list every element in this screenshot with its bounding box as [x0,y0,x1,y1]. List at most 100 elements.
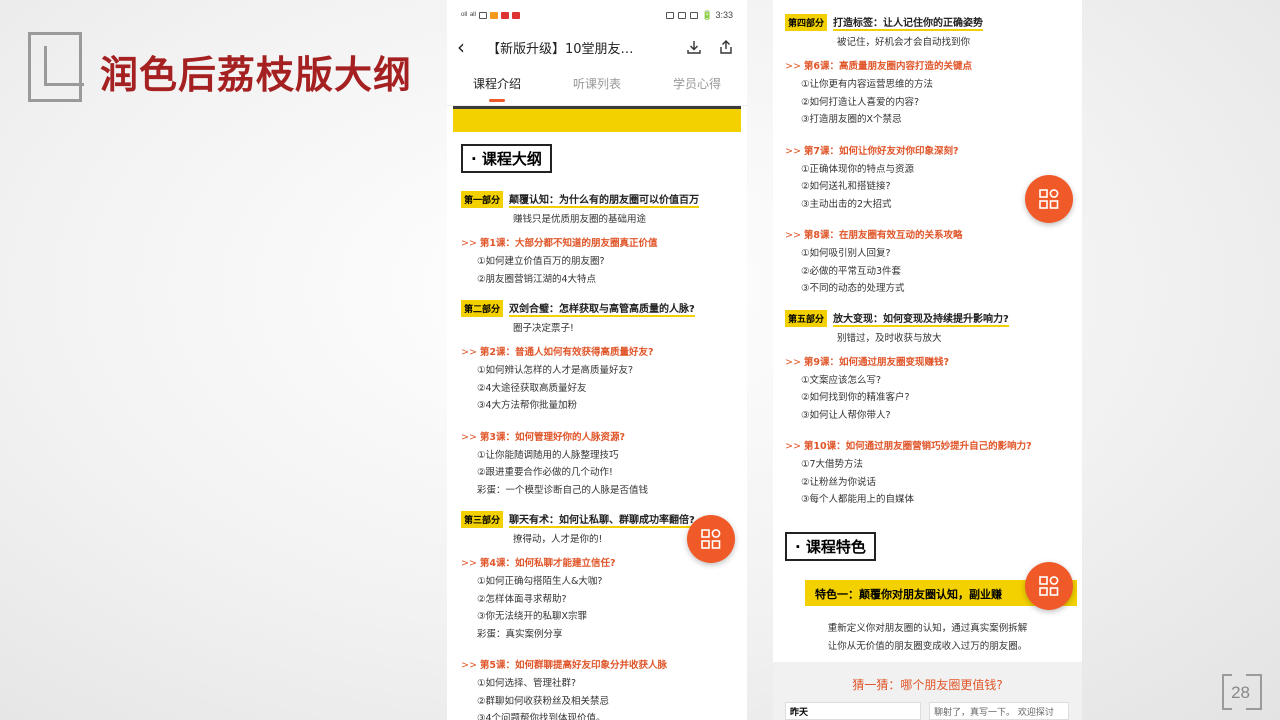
back-arrow-icon[interactable]: ‹ [457,35,477,59]
lesson-title-text: 第2课：普通人如何有效获得高质量好友? [479,347,654,358]
tab-student-reviews[interactable]: 学员心得 [647,64,747,106]
apps-grid-icon [701,529,721,549]
eye-icon [665,11,674,19]
download-icon[interactable] [683,36,705,58]
apps-grid-icon [1039,189,1059,209]
status-right: 🔋 3:33 [665,10,733,21]
app-notification-icon [490,11,499,19]
lesson-title-text: 第3课：如何管理好你的人脉资源? [479,431,626,443]
lesson-item: ①如何正确勾搭陌生人&大咖? [477,576,603,587]
lesson-title-text: 第8课：在朋友圈有效互动的关系攻略 [803,230,963,241]
chevron-right-icon: >> [461,347,477,358]
outline-list: 第一部分 颠覆认知：为什么有的朋友圈可以价值百万 赚钱只是优质朋友圈的基础用途 >> 第… [461,191,735,720]
lesson-item: ②怎样体面寻求帮助? [477,593,567,605]
signal-text: ᵒᴵˡ ᵃᴵˡ [461,10,477,20]
lesson-item: ①如何选择、管理社群? [477,678,577,689]
lesson-item: ①如何建立价值百万的朋友圈? [477,256,605,267]
lesson-item: ②让粉丝为你说话 [801,476,877,488]
part-title: 双剑合璧：怎样获取与高管高质量的人脉? [509,300,695,317]
lesson-title: >> 第7课：如何让你好友对你印象深刻? [785,143,1070,157]
nfc-icon [677,11,686,19]
guess-title: 猜一猜：哪个朋友圈更值钱? [852,678,1003,692]
lesson-item: ②群聊如何收获粉丝及相关禁忌 [477,695,610,707]
apps-grid-button-2[interactable] [1025,175,1073,223]
part-title: 打造标签：让人记住你的正确姿势 [833,14,984,31]
apps-grid-button[interactable] [687,515,735,563]
lesson-title: >> 第8课：在朋友圈有效互动的关系攻略 [785,227,1070,241]
chevron-right-icon: >> [461,558,477,569]
part-tag: 第二部分 [461,300,504,317]
lesson-title: >> 第9课：如何通过朋友圈变现赚钱? [785,354,1070,368]
lesson-item: ②如何打造让人喜爱的内容? [801,96,920,108]
status-bar: ᵒᴵˡ ᵃᴵˡ 🔋 3:33 [447,0,747,30]
lesson-item: ③4大方法帮你批量加粉 [477,400,578,411]
course-features: · 课程特色 特色一：颠覆你对朋友圈认知，副业赚 重新定义你对朋友圈的认知，通过… [773,522,1082,720]
lesson-title-text: 第1课：大部分都不知道的朋友圈真正价值 [479,238,658,249]
lesson-title-text: 第9课：如何通过朋友圈变现赚钱? [803,356,950,368]
lesson-item: ②必做的平常互动3件套 [801,265,902,277]
lesson-item: ②如何找到你的精准客户? [801,392,910,403]
lesson-item: ③4个问题帮你找到体现价值。 [477,713,606,720]
lesson-title: >> 第5课：如何群聊提高好友印象分并收获人脉 [461,657,735,671]
outline-list-continued: 第四部分 打造标签：让人记住你的正确姿势 被记住，好机会才会自动找到你 >> 第6课：高… [785,14,1070,517]
alarm-icon [689,11,698,19]
lesson-item: ①如何吸引别人回复? [801,248,891,259]
part-subtitle: 别错过，及时收获与放大 [837,332,942,344]
chevron-right-icon: >> [785,61,801,72]
moments-thumb-right: 聊射了，真写一下。 欢迎探讨 [929,702,1069,720]
outline-continued-top: 第四部分 打造标签：让人记住你的正确姿势 被记住，好机会才会自动找到你 >> 第6课：高… [773,0,1082,522]
lesson-item: ①如何辨认怎样的人才是高质量好友? [477,365,634,376]
apps-grid-icon [1039,576,1059,596]
lesson-item: ③每个人都能用上的自媒体 [801,494,915,505]
moments-thumb-left: 昨天 [785,702,921,720]
apps-grid-button-3[interactable] [1025,562,1073,610]
guess-box: 猜一猜：哪个朋友圈更值钱? 昨天 聊射了，真写一下。 欢迎探讨 [773,662,1082,720]
lesson-title: >> 第3课：如何管理好你的人脉资源? [461,429,735,443]
chevron-right-icon: >> [461,431,477,443]
app-notification-icon-2 [501,11,510,19]
feature-desc-line: 让你从无价值的朋友圈变成收入过万的朋友圈。 [827,641,1028,652]
share-icon[interactable] [715,36,737,58]
lesson-title-text: 第10课：如何通过朋友圈营销巧妙提升自己的影响力? [803,441,1032,452]
lesson-title: >> 第1课：大部分都不知道的朋友圈真正价值 [461,235,735,249]
page-corner-right [1246,674,1262,710]
chevron-right-icon: >> [461,238,477,249]
tab-lesson-list[interactable]: 听课列表 [547,64,647,106]
lesson-item: ③不同的动态的处理方式 [801,283,905,294]
lesson-title-text: 第7课：如何让你好友对你印象深刻? [803,145,959,157]
part-tag: 第一部分 [461,191,504,208]
lesson-item: ①让你更有内容运营思维的方法 [801,79,934,90]
part-header: 第二部分 双剑合璧：怎样获取与高管高质量的人脉? [461,300,735,317]
feature-heading: · 课程特色 [785,532,876,561]
feature-description: 重新定义你对朋友圈的认知，通过真实案例拆解 让你从无价值的朋友圈变成收入过万的朋… [773,620,1082,656]
part-tag: 第四部分 [785,14,828,31]
slide-title: 润色后荔枝版大纲 [100,53,413,97]
lesson-title-text: 第5课：如何群聊提高好友印象分并收获人脉 [479,660,668,671]
part-subtitle: 圈子决定票子! [513,323,574,334]
status-left: ᵒᴵˡ ᵃᴵˡ [461,10,521,20]
part-title: 聊天有术：如何让私聊、群聊成功率翻倍? [509,511,695,528]
nav-title: 【新版升级】10堂朋友… [487,41,634,57]
feature-desc-line: 重新定义你对朋友圈的认知，通过真实案例拆解 [827,623,1028,634]
tab-course-intro[interactable]: 课程介绍 [447,64,547,106]
part-header: 第五部分 放大变现：如何变现及持续提升影响力? [785,309,1070,327]
part-header: 第一部分 颠覆认知：为什么有的朋友圈可以价值百万 [461,191,735,208]
chevron-right-icon: >> [785,145,801,157]
outline-content: · 课程大纲 第一部分 颠覆认知：为什么有的朋友圈可以价值百万 赚钱只是优质朋友圈的… [447,132,747,720]
lesson-item: 彩蛋：一个模型诊断自己的人脉是否值钱 [477,484,649,496]
part-tag: 第五部分 [785,309,828,327]
lesson-item: ①7大借势方法 [801,459,864,470]
lesson-title: >> 第10课：如何通过朋友圈营销巧妙提升自己的影响力? [785,438,1070,452]
chevron-right-icon: >> [785,230,801,241]
lesson-item: ②跟进重要合作必做的几个动作! [477,467,613,478]
part-tag: 第三部分 [461,511,504,528]
lesson-item: ②朋友圈营销江湖的4大特点 [477,273,597,285]
